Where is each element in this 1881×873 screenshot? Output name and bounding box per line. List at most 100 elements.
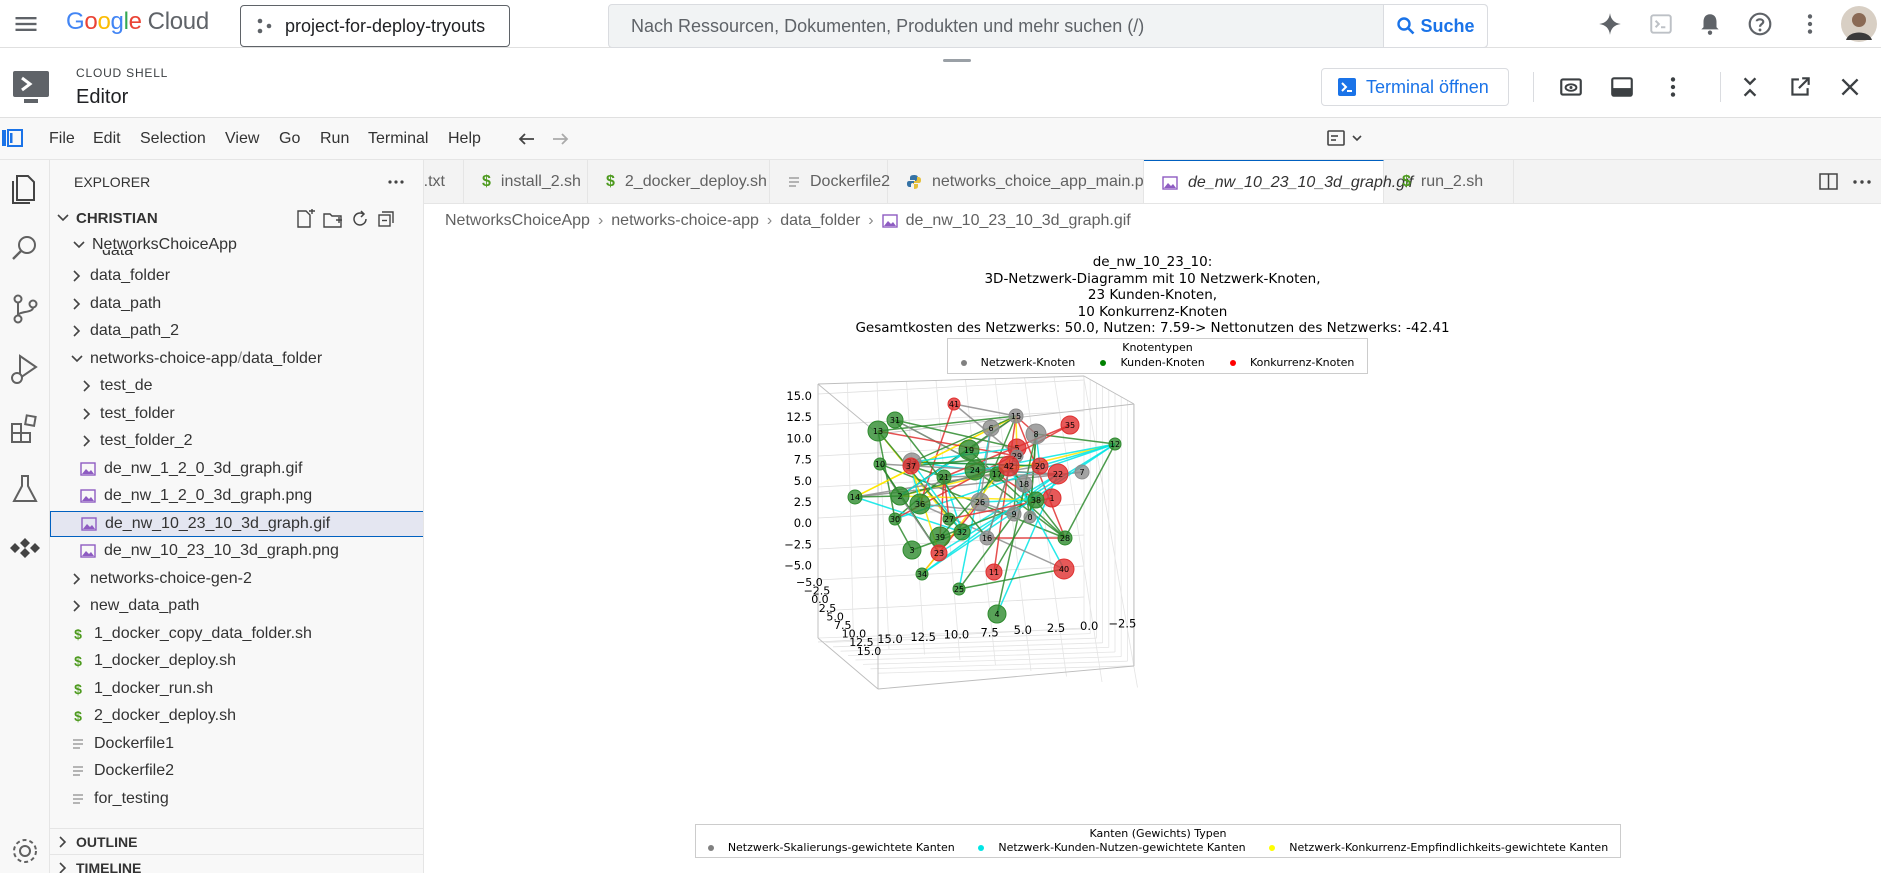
settings-gear-icon[interactable]	[6, 832, 44, 870]
node-label: 38	[1031, 496, 1041, 505]
back-arrow-icon[interactable]	[516, 130, 538, 148]
tree-item-label: Dockerfile1	[94, 734, 175, 752]
breadcrumb-item[interactable]: de_nw_10_23_10_3d_graph.gif	[906, 212, 1131, 230]
image-file-icon	[80, 488, 96, 504]
source-control-icon[interactable]	[6, 290, 44, 328]
chevron-right-icon	[73, 600, 81, 612]
breadcrumb-item[interactable]: data_folder	[780, 212, 860, 230]
node-label: 13	[873, 427, 883, 436]
menu-view[interactable]: View	[225, 130, 259, 148]
tree-item-partial[interactable]: data	[50, 250, 423, 264]
open-terminal-button[interactable]: Terminal öffnen	[1321, 68, 1509, 106]
menu-run[interactable]: Run	[320, 130, 349, 148]
node-label: 0	[1027, 513, 1032, 522]
run-debug-icon[interactable]	[6, 350, 44, 388]
more-horizontal-icon[interactable]	[386, 174, 406, 190]
menu-terminal[interactable]: Terminal	[368, 130, 428, 148]
tree-folder[interactable]: test_folder_2	[50, 428, 423, 454]
tree-folder[interactable]: new_data_path	[50, 593, 423, 619]
breadcrumb-item[interactable]: networks-choice-app	[611, 212, 759, 230]
outline-section[interactable]: OUTLINE	[50, 828, 423, 854]
layout-controls-icon[interactable]	[1326, 128, 1364, 148]
tree-folder[interactable]: test_folder	[50, 401, 423, 427]
testing-flask-icon[interactable]	[6, 470, 44, 508]
refresh-icon[interactable]	[350, 209, 370, 229]
menu-go[interactable]: Go	[279, 130, 300, 148]
more-horizontal-icon[interactable]	[1851, 172, 1873, 192]
split-editor-icon[interactable]	[1818, 172, 1840, 192]
project-picker[interactable]: project-for-deploy-tryouts	[240, 5, 510, 47]
more-vert-icon[interactable]	[1660, 74, 1686, 100]
node-label: 4	[994, 610, 999, 619]
tab[interactable]: $ install_2.sh	[464, 160, 588, 203]
tree-file[interactable]: $1_docker_copy_data_folder.sh	[50, 621, 423, 647]
node-label: 40	[1059, 565, 1069, 574]
hamburger-menu-icon[interactable]	[12, 10, 40, 38]
explorer-title: EXPLORER	[74, 174, 151, 190]
code-editor-logo-icon[interactable]	[2, 128, 24, 148]
tab[interactable]: rements_2.txt	[424, 160, 464, 203]
tree-file[interactable]: de_nw_1_2_0_3d_graph.gif	[50, 456, 423, 482]
search-bar[interactable]: Nach Ressourcen, Dokumenten, Produkten u…	[608, 4, 1488, 48]
grid-line	[862, 656, 1122, 665]
tree-folder[interactable]: test_de	[50, 373, 423, 399]
breadcrumb: NetworksChoiceApp › networks-choice-app …	[445, 210, 1131, 232]
web-preview-icon[interactable]	[1558, 74, 1584, 100]
close-icon[interactable]	[1837, 74, 1863, 100]
tab[interactable]: networks_choice_app_main.py	[888, 160, 1152, 203]
gemini-icon[interactable]	[1597, 11, 1623, 37]
timeline-section[interactable]: TIMELINE	[50, 854, 423, 873]
node-label: 1	[1049, 494, 1054, 503]
menu-help[interactable]: Help	[448, 130, 481, 148]
tree-folder[interactable]: data_folder	[50, 263, 423, 289]
terminal-icon[interactable]	[1648, 11, 1674, 37]
tree-folder[interactable]: networks-choice-app / data_folder	[50, 346, 423, 372]
tree-file[interactable]: $1_docker_deploy.sh	[50, 648, 423, 674]
z-tick-label: 15.0	[786, 389, 812, 403]
tree-folder[interactable]: data_path_2	[50, 318, 423, 344]
tree-item-label: 1_docker_deploy.sh	[94, 652, 237, 669]
tree-folder[interactable]: networks-choice-gen-2	[50, 566, 423, 592]
google-cloud-logo[interactable]: Google Cloud	[66, 8, 209, 36]
grid-line	[817, 596, 1085, 612]
new-file-icon[interactable]	[294, 209, 316, 229]
tab[interactable]: $ run_2.sh	[1384, 160, 1514, 203]
minimize-icon[interactable]	[1737, 74, 1763, 100]
breadcrumb-item[interactable]: NetworksChoiceApp	[445, 212, 590, 230]
open-in-new-icon[interactable]	[1787, 74, 1813, 100]
layout-icon[interactable]	[1609, 74, 1635, 100]
forward-arrow-icon[interactable]	[549, 130, 571, 148]
tree-file[interactable]: de_nw_10_23_10_3d_graph.png	[50, 538, 423, 564]
avatar[interactable]	[1841, 6, 1877, 42]
collapse-all-icon[interactable]	[376, 209, 396, 229]
menu-file[interactable]: File	[49, 130, 75, 148]
bell-icon[interactable]	[1697, 11, 1723, 37]
more-vert-icon[interactable]	[1797, 11, 1823, 37]
menu-selection[interactable]: Selection	[140, 130, 206, 148]
tree-file[interactable]: $2_docker_deploy.sh	[50, 703, 423, 729]
search-input[interactable]: Nach Ressourcen, Dokumenten, Produkten u…	[609, 16, 1383, 37]
tree-file[interactable]: de_nw_1_2_0_3d_graph.png	[50, 483, 423, 509]
cloud-code-icon[interactable]	[6, 530, 44, 568]
legend-marker	[978, 844, 985, 851]
tree-file[interactable]: $1_docker_run.sh	[50, 676, 423, 702]
search-icon[interactable]	[6, 230, 44, 268]
tab-active[interactable]: de_nw_10_23_10_3d_graph.gif	[1144, 160, 1413, 203]
explorer-icon[interactable]	[6, 170, 44, 208]
help-icon[interactable]	[1747, 11, 1773, 37]
extensions-icon[interactable]	[6, 410, 44, 448]
menu-edit[interactable]: Edit	[93, 130, 121, 148]
search-button[interactable]: Suche	[1383, 5, 1487, 47]
tab[interactable]: $2_docker_deploy.sh	[588, 160, 770, 203]
tree-file[interactable]: for_testing	[50, 786, 423, 812]
tree-file[interactable]: Dockerfile1	[50, 731, 423, 757]
tree-folder[interactable]: data_path	[50, 291, 423, 317]
tab[interactable]: Dockerfile2	[770, 160, 890, 203]
new-folder-icon[interactable]	[322, 209, 344, 229]
image-preview: de_nw_10_23_10: 3D-Netzwerk-Diagramm mit …	[424, 234, 1881, 873]
tree-file[interactable]: de_nw_10_23_10_3d_graph.gif	[50, 510, 423, 537]
drag-handle[interactable]	[943, 58, 971, 64]
node-label: 15	[1011, 412, 1021, 421]
shell-file-icon: $	[74, 680, 82, 697]
tree-file[interactable]: Dockerfile2	[50, 758, 423, 784]
